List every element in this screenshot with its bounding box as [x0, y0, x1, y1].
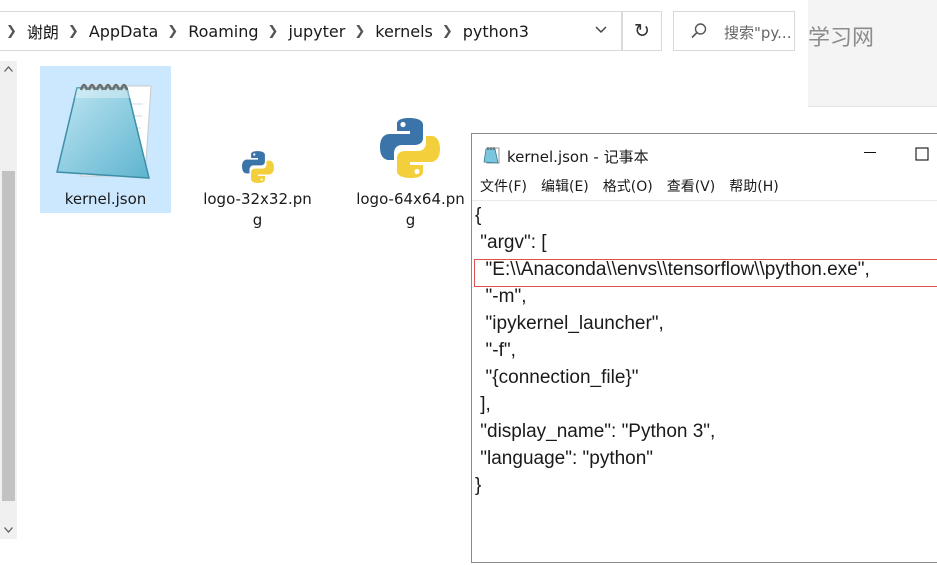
search-icon [691, 23, 707, 39]
text-line: "display_name": "Python 3", [475, 421, 716, 442]
menu-view[interactable]: 查看(V) [659, 176, 722, 198]
chevron-right-icon[interactable]: ❯ [354, 24, 365, 39]
text-line: "argv": [ [475, 232, 547, 253]
chevron-down-icon[interactable] [590, 21, 612, 43]
file-item-logo-64x64[interactable]: logo-64x64.pn g [345, 66, 476, 236]
text-line: "{connection_file}" [475, 367, 639, 388]
address-bar[interactable]: ❯ 谢朗 ❯ AppData ❯ Roaming ❯ jupyter ❯ ker… [0, 11, 622, 51]
scroll-up-arrow-icon[interactable] [0, 61, 17, 78]
breadcrumb-item-roaming[interactable]: Roaming [188, 22, 258, 41]
text-line: "-f", [475, 340, 516, 361]
red-highlight-box [474, 259, 937, 287]
notepad-window: kernel.json - 记事本 文件(F) 编辑(E) 格式(O) 查看(V… [471, 133, 937, 563]
background-header: 学习网 [808, 0, 937, 107]
vertical-scrollbar[interactable] [0, 61, 17, 539]
chevron-right-icon[interactable]: ❯ [268, 24, 279, 39]
search-placeholder: 搜索"py... [724, 24, 792, 42]
notepad-icon [483, 147, 500, 164]
maximize-icon[interactable] [912, 144, 932, 164]
menu-format[interactable]: 格式(O) [595, 176, 659, 198]
breadcrumb: ❯ 谢朗 ❯ AppData ❯ Roaming ❯ jupyter ❯ ker… [6, 12, 529, 50]
scroll-down-arrow-icon[interactable] [0, 522, 17, 539]
menu-edit[interactable]: 编辑(E) [533, 176, 595, 198]
minimize-icon[interactable] [860, 144, 880, 164]
chevron-right-icon[interactable]: ❯ [442, 24, 453, 39]
notepad-menu-bar: 文件(F) 编辑(E) 格式(O) 查看(V) 帮助(H) [472, 176, 937, 198]
file-name-label: logo-64x64.pn [356, 190, 465, 208]
file-name-label: logo-32x32.pn [203, 190, 312, 208]
python-logo-icon [242, 151, 274, 183]
text-line: ], [475, 394, 491, 415]
breadcrumb-item-jupyter[interactable]: jupyter [288, 22, 345, 41]
notepad-file-icon [56, 83, 152, 179]
file-name-label-wrap: g [252, 211, 263, 229]
scrollbar-thumb[interactable] [2, 171, 15, 501]
file-item-kernel-json[interactable]: kernel.json [40, 66, 171, 213]
menu-file[interactable]: 文件(F) [472, 176, 533, 198]
notepad-title-bar[interactable]: kernel.json - 记事本 [472, 134, 937, 176]
breadcrumb-item-appdata[interactable]: AppData [89, 22, 158, 41]
notepad-text-area[interactable]: { "argv": [ "E:\\Anaconda\\envs\\tensorf… [472, 200, 937, 565]
breadcrumb-item-python3[interactable]: python3 [463, 22, 529, 41]
breadcrumb-item-user[interactable]: 谢朗 [27, 19, 59, 43]
chevron-right-icon[interactable]: ❯ [68, 24, 79, 39]
chevron-right-icon[interactable]: ❯ [167, 24, 178, 39]
text-line: { [475, 205, 482, 226]
file-name-label-wrap: g [405, 211, 416, 229]
text-line: "-m", [475, 286, 527, 307]
search-input[interactable]: 搜索"py... [673, 11, 795, 51]
python-logo-icon [380, 118, 440, 178]
file-item-logo-32x32[interactable]: logo-32x32.pn g [192, 66, 323, 236]
breadcrumb-item-kernels[interactable]: kernels [375, 22, 433, 41]
text-line: "ipykernel_launcher", [475, 313, 664, 334]
chevron-right-icon: ❯ [6, 23, 17, 39]
background-site-text: 学习网 [808, 26, 875, 51]
refresh-button[interactable]: ↻ [622, 11, 662, 51]
refresh-icon: ↻ [634, 20, 650, 42]
file-name-label: kernel.json [64, 190, 147, 208]
menu-help[interactable]: 帮助(H) [721, 176, 784, 198]
text-line: } [475, 475, 482, 496]
notepad-title: kernel.json - 记事本 [507, 148, 649, 166]
text-line: "language": "python" [475, 448, 654, 469]
